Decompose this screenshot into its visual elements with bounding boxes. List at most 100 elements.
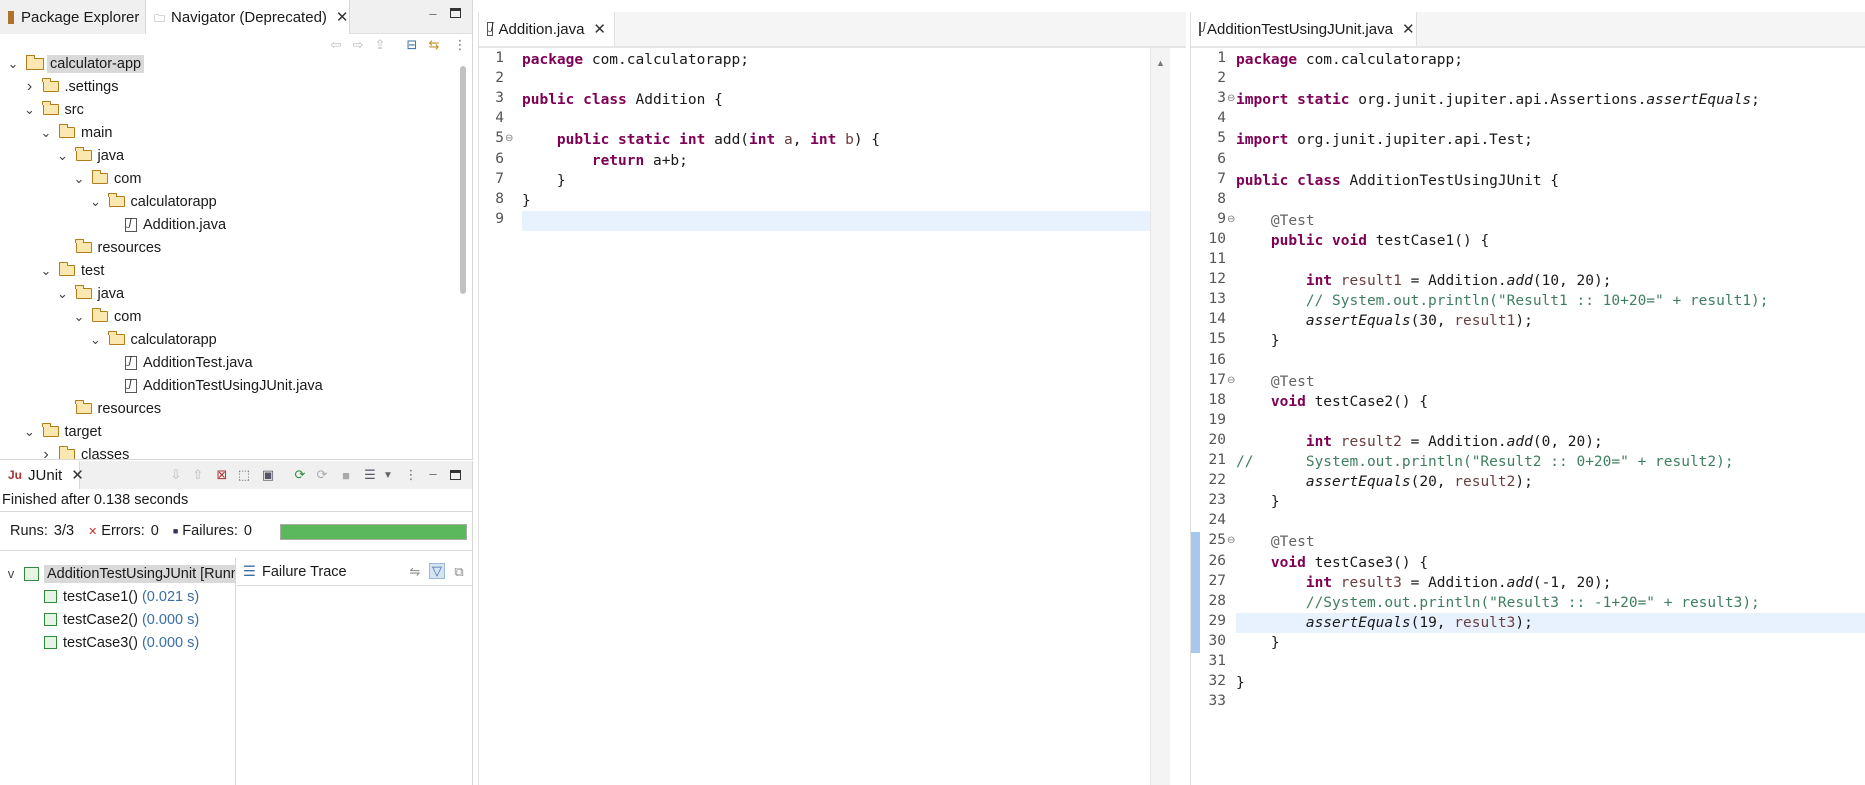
code-token: = Addition. [1401,433,1507,450]
code-token: = Addition. [1401,273,1507,290]
tree-scrollbar[interactable] [460,66,466,294]
chevron-down-icon[interactable]: ⌄ [89,194,103,210]
fold-toggle-icon[interactable]: ⊖ [1227,93,1235,104]
forward-arrow-icon[interactable]: ⇨ [350,37,366,53]
minimize-icon[interactable]: – [425,5,441,21]
fold-toggle-icon[interactable]: ⊖ [1227,375,1235,386]
tab-junit[interactable]: Ju JUnit ✕ [0,461,84,489]
tree-item[interactable]: ⌄ src [23,98,84,121]
tab-addition-test-using-junit[interactable]: AdditionTestUsingJUnit.java ✕ [1191,12,1417,46]
tab-addition-test-using-junit-label: AdditionTestUsingJUnit.java [1207,20,1393,38]
folder-icon [75,400,92,414]
chevron-down-icon[interactable]: ⌄ [56,286,70,302]
previous-failure-icon[interactable]: ⇧ [190,467,206,483]
chevron-down-icon[interactable]: v [4,566,18,581]
close-icon[interactable]: ✕ [71,466,84,484]
editor-addition-text[interactable]: 1 package com.calculatorapp; 2 3 public clas… [479,50,1153,785]
line-number: 22 [1208,472,1226,489]
up-folder-icon[interactable]: ⇪ [372,37,388,53]
java-file-icon [125,378,137,393]
tree-item[interactable]: ⌄ java [56,144,124,167]
link-with-editor-icon[interactable]: ⇆ [426,37,442,53]
fold-toggle-icon[interactable]: ⊖ [1227,214,1235,225]
tree-item[interactable]: Addition.java [105,213,226,236]
chevron-down-icon[interactable]: ⌄ [6,56,20,72]
chevron-down-icon[interactable]: ▼ [380,467,396,483]
scroll-lock-icon[interactable]: ▣ [260,467,276,483]
chevron-down-icon[interactable]: ⌄ [39,125,53,141]
code-token: add [1506,574,1533,591]
copy-trace-icon[interactable]: ⧉ [451,564,467,580]
line-number: 25 [1208,532,1226,549]
fold-toggle-icon[interactable]: ⊖ [1227,535,1235,546]
tree-item[interactable]: ⌄ target [23,420,102,443]
test-suite-row[interactable]: v AdditionTestUsingJUnit [Runner: JUnit … [4,562,235,585]
show-failures-only-icon[interactable]: ⊠ [214,467,230,483]
tree-item[interactable]: AdditionTestUsingJUnit.java [105,374,323,397]
tree-item-label: resources [97,400,162,417]
compare-results-icon[interactable]: ⇋ [407,564,423,580]
fold-toggle-icon[interactable]: ⊖ [505,133,513,144]
maximize-icon[interactable] [447,5,463,21]
collapse-all-icon[interactable]: ⊟ [404,37,420,53]
show-skipped-icon[interactable]: ⬚ [236,467,252,483]
stop-icon[interactable]: ■ [338,467,354,483]
code-line: public static int add(int a, int b) { [522,130,1153,150]
chevron-down-icon[interactable]: ⌄ [72,171,86,187]
tree-item[interactable]: ⌄ calculator-app [6,52,145,75]
code-token: @Test [1270,212,1315,229]
chevron-down-icon[interactable]: ⌄ [56,148,70,164]
tree-item[interactable]: resources [56,236,161,259]
filter-stack-trace-icon[interactable]: ▽ [429,563,445,579]
view-menu-icon[interactable]: ⋮ [403,467,419,483]
tree-item[interactable]: ⌄ com [72,167,141,190]
chevron-down-icon[interactable]: ⌄ [72,309,86,325]
close-icon[interactable]: ✕ [593,20,606,38]
minimize-icon[interactable]: – [425,465,441,481]
tree-item[interactable]: ⌄ calculatorapp [89,190,217,213]
test-run-history-icon[interactable]: ☰ [362,467,378,483]
tree-item[interactable]: AdditionTest.java [105,351,253,374]
rerun-test-icon[interactable]: ⟳ [292,467,308,483]
tree-item[interactable]: ⌄ test [39,259,104,282]
line-number: 32 [1208,673,1226,690]
chevron-right-icon[interactable]: › [23,78,37,96]
code-token: static [618,132,671,149]
chevron-down-icon[interactable]: ⌄ [39,263,53,279]
tree-item[interactable]: › .settings [23,75,119,98]
tree-item[interactable]: ⌄ main [39,121,112,144]
code-token: } [1236,634,1280,651]
tree-item[interactable]: ⌄ java [56,282,124,305]
maximize-icon[interactable] [447,467,463,483]
view-menu-icon[interactable]: ⋮ [452,37,468,53]
chevron-down-icon[interactable]: ⌄ [23,424,37,440]
test-case-row[interactable]: testCase2() (0.000 s) [44,608,199,631]
close-icon[interactable]: ✕ [1402,20,1415,38]
editor-addition-vscroll[interactable]: ▲ [1150,48,1170,785]
chevron-down-icon[interactable]: ⌄ [23,102,37,118]
code-token: class [583,92,627,109]
tree-item[interactable]: › classes [39,443,129,460]
chevron-down-icon[interactable]: ⌄ [89,332,103,348]
tab-package-explorer[interactable]: Package Explorer [0,0,145,34]
tab-navigator[interactable]: 🗀 Navigator (Deprecated) ✕ [145,0,350,34]
tab-addition-java[interactable]: Addition.java ✕ [479,12,615,46]
tree-item[interactable]: ⌄ com [72,305,141,328]
code-token: assertEquals [1305,474,1411,491]
next-failure-icon[interactable]: ⇩ [168,467,184,483]
code-token: public [1236,172,1289,189]
close-icon[interactable]: ✕ [336,8,349,26]
line-number: 30 [1208,632,1226,649]
tree-item[interactable]: ⌄ calculatorapp [89,328,217,351]
back-arrow-icon[interactable]: ⇦ [328,37,344,53]
test-case-row[interactable]: testCase1() (0.021 s) [44,585,199,608]
code-token: public [522,92,575,109]
editor-test-text[interactable]: 1 package com.calculatorapp; 2 3 ⊖ import sta… [1191,50,1865,785]
test-case-row[interactable]: testCase3() (0.000 s) [44,631,199,654]
chevron-right-icon[interactable]: › [39,446,53,460]
rerun-failed-first-icon[interactable]: ⟳ [314,467,330,483]
code-token: } [1236,333,1280,350]
scroll-up-icon[interactable]: ▲ [1156,58,1165,68]
tree-item[interactable]: resources [56,397,162,420]
